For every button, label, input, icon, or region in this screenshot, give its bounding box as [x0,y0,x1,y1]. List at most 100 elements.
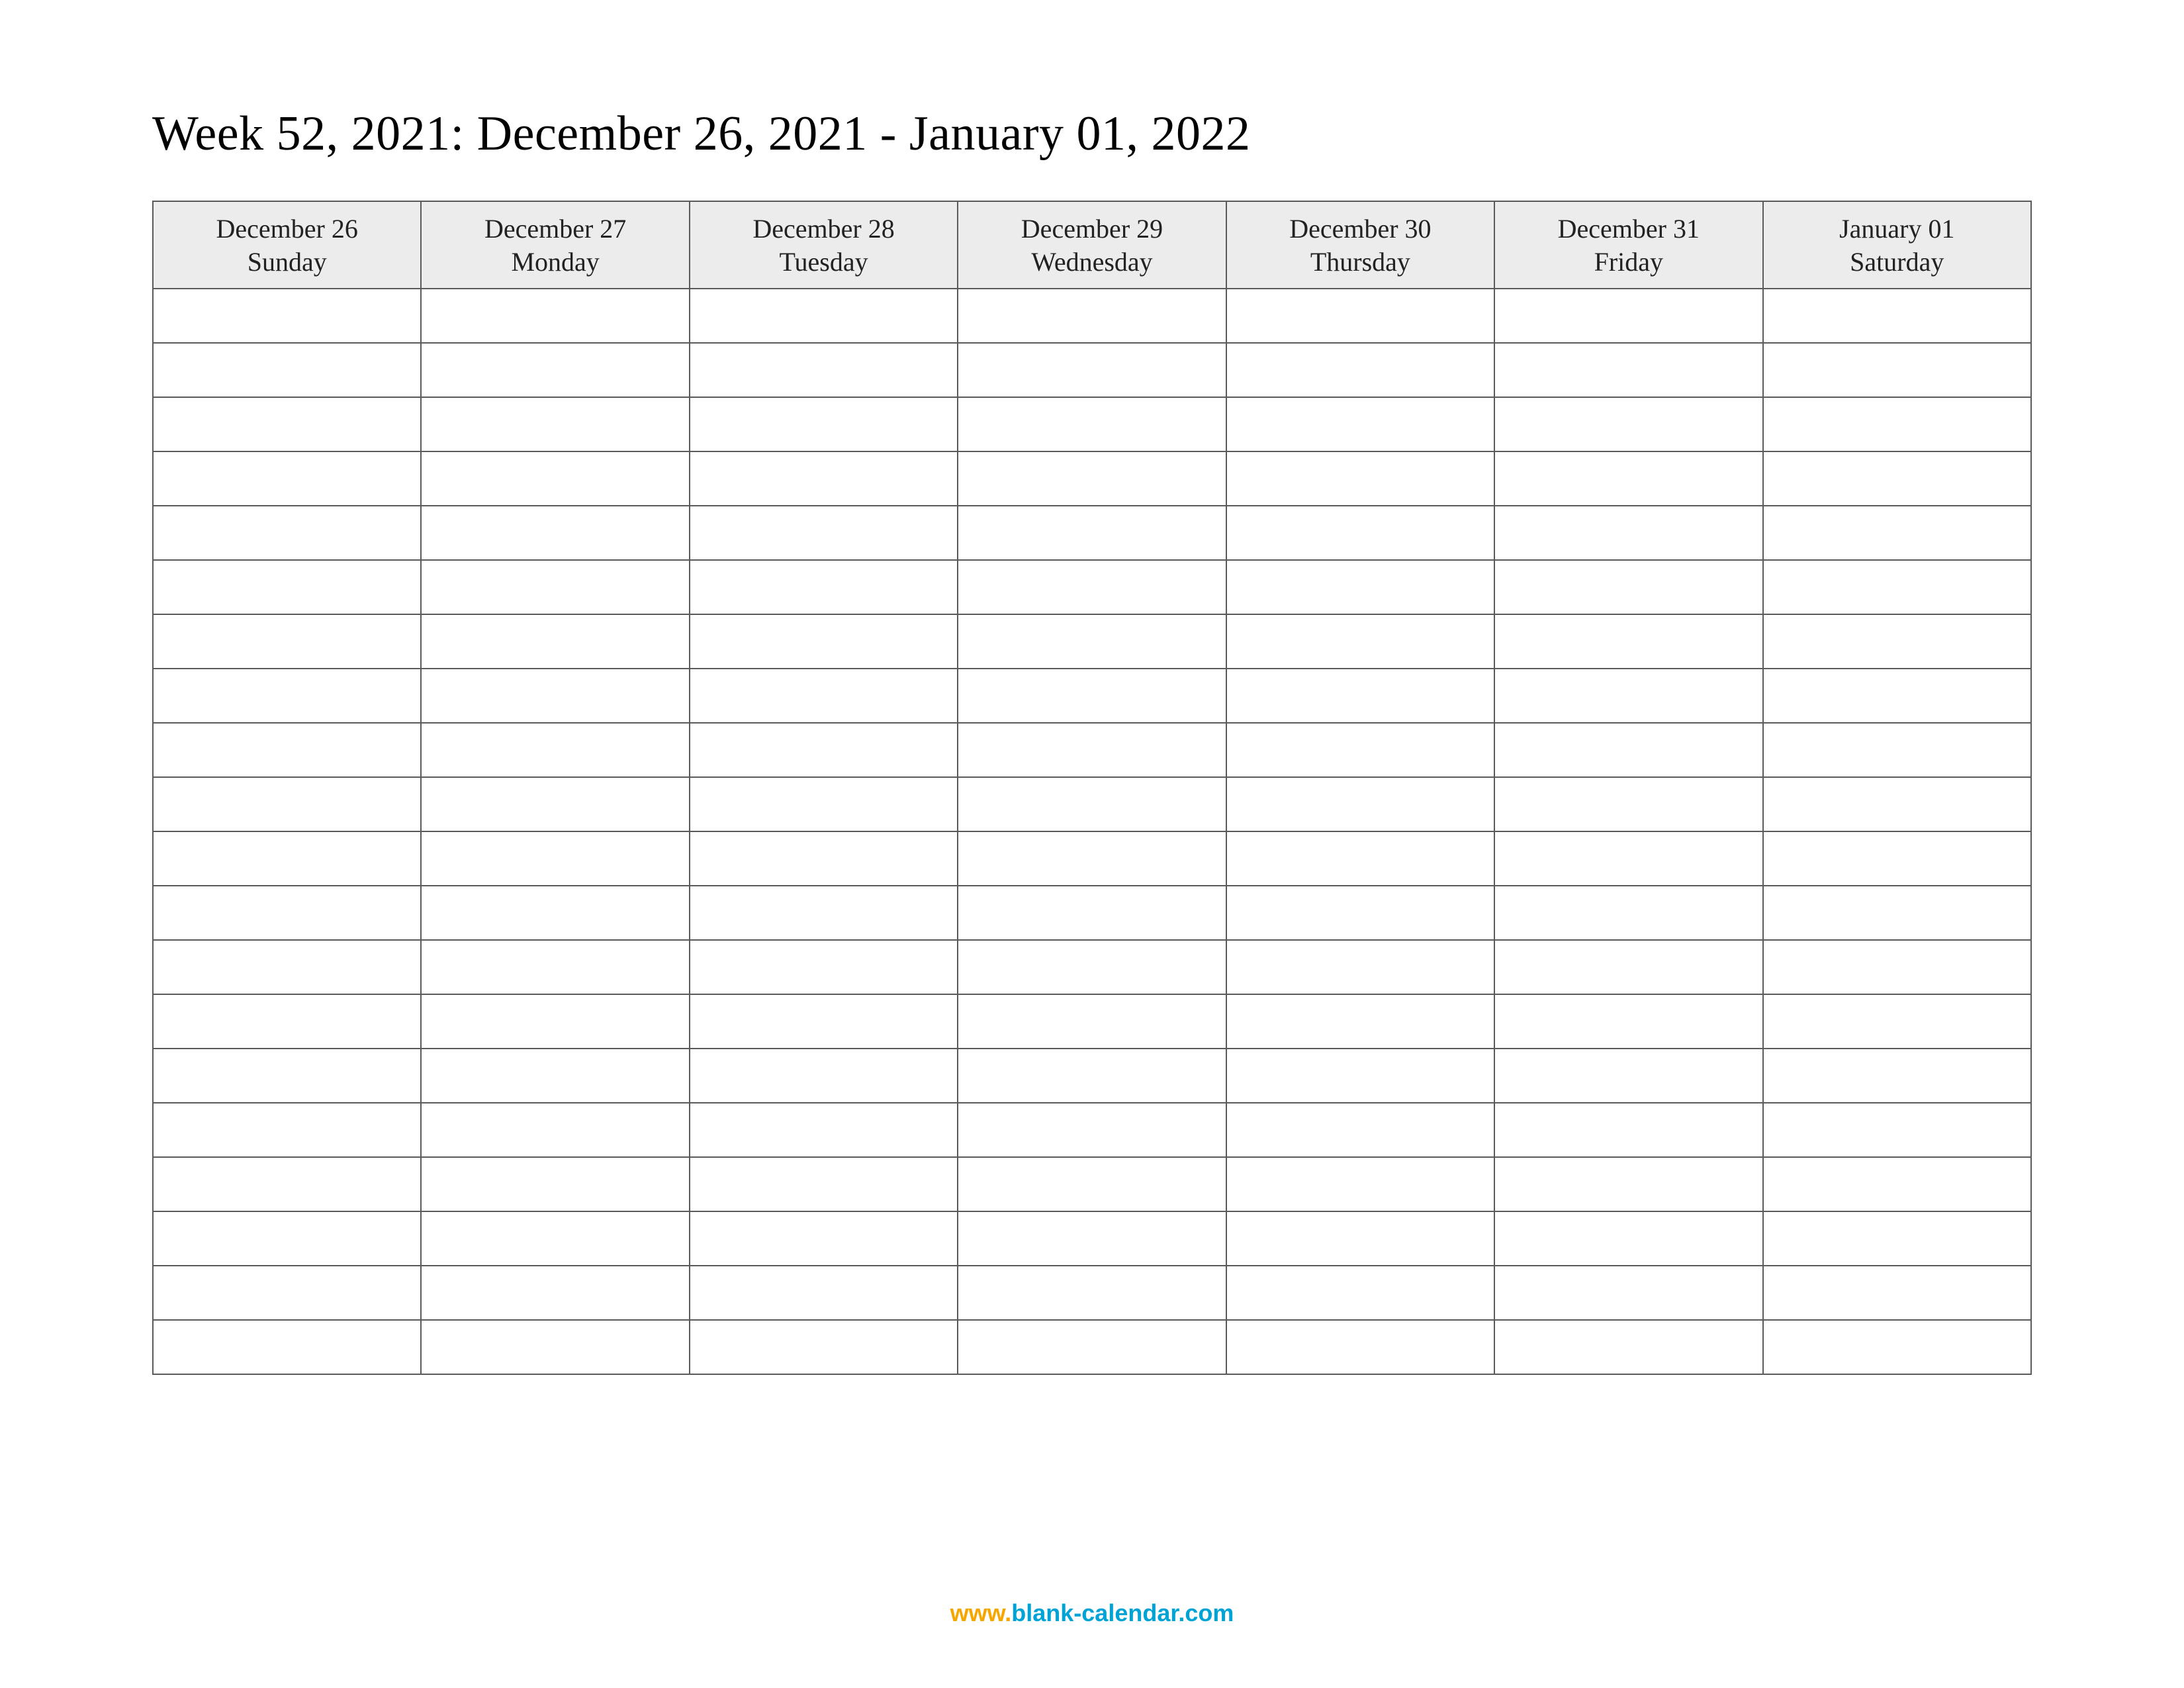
calendar-cell [958,560,1226,614]
calendar-row [153,343,2031,397]
calendar-cell [421,289,689,343]
calendar-cell [1494,560,1762,614]
calendar-cell [1226,831,1494,886]
calendar-cell [421,614,689,669]
calendar-cell [1226,451,1494,506]
calendar-cell [1226,506,1494,560]
calendar-cell [153,289,421,343]
calendar-cell [153,1049,421,1103]
calendar-cell [1226,940,1494,994]
calendar-row [153,451,2031,506]
calendar-cell [1494,723,1762,777]
calendar-cell [421,397,689,451]
day-header-dow: Sunday [154,246,420,279]
calendar-cell [1763,1266,2031,1320]
calendar-cell [1763,1049,2031,1103]
calendar-row [153,1266,2031,1320]
calendar-cell [690,560,958,614]
calendar-cell [1226,1049,1494,1103]
calendar-cell [153,886,421,940]
calendar-cell [1494,343,1762,397]
calendar-cell [421,669,689,723]
calendar-row [153,777,2031,831]
calendar-cell [1494,886,1762,940]
calendar-cell [1226,723,1494,777]
calendar-cell [1494,289,1762,343]
calendar-cell [1226,1320,1494,1374]
calendar-row [153,506,2031,560]
footer-domain: blank-calendar.com [1011,1599,1234,1626]
calendar-cell [153,1103,421,1157]
calendar-row [153,831,2031,886]
calendar-cell [958,1157,1226,1211]
calendar-cell [1494,669,1762,723]
calendar-cell [1763,1103,2031,1157]
calendar-cell [421,940,689,994]
calendar-cell [421,994,689,1049]
calendar-cell [1494,1103,1762,1157]
calendar-cell [1226,343,1494,397]
calendar-cell [153,343,421,397]
calendar-cell [421,1157,689,1211]
calendar-cell [958,343,1226,397]
day-header-dow: Thursday [1227,246,1494,279]
calendar-cell [1763,1157,2031,1211]
calendar-cell [690,289,958,343]
calendar-cell [958,1211,1226,1266]
calendar-cell [153,506,421,560]
calendar-row [153,940,2031,994]
calendar-cell [1226,560,1494,614]
calendar-cell [1494,831,1762,886]
calendar-row [153,560,2031,614]
calendar-cell [958,940,1226,994]
calendar-cell [1226,886,1494,940]
calendar-cell [690,831,958,886]
calendar-row [153,723,2031,777]
calendar-cell [690,1211,958,1266]
footer-link: www.blank-calendar.com [0,1599,2184,1627]
calendar-row [153,886,2031,940]
day-header-date: December 29 [958,212,1225,246]
calendar-cell [153,1157,421,1211]
calendar-cell [1226,1103,1494,1157]
calendar-cell [1494,994,1762,1049]
calendar-cell [421,1266,689,1320]
calendar-cell [421,1103,689,1157]
calendar-cell [1494,940,1762,994]
calendar-cell [1494,1320,1762,1374]
calendar-row [153,1049,2031,1103]
calendar-cell [690,669,958,723]
calendar-cell [1494,397,1762,451]
day-header-date: December 28 [690,212,957,246]
day-header-date: December 27 [422,212,688,246]
calendar-cell [1763,506,2031,560]
calendar-cell [958,994,1226,1049]
calendar-cell [153,397,421,451]
day-header-friday: December 31 Friday [1494,201,1762,289]
calendar-row [153,669,2031,723]
calendar-cell [153,831,421,886]
calendar-cell [690,343,958,397]
calendar-cell [958,451,1226,506]
calendar-cell [1763,1211,2031,1266]
day-header-tuesday: December 28 Tuesday [690,201,958,289]
calendar-cell [1494,506,1762,560]
calendar-row [153,1211,2031,1266]
calendar-cell [1763,723,2031,777]
calendar-cell [690,1320,958,1374]
calendar-cell [690,1103,958,1157]
day-header-dow: Monday [422,246,688,279]
calendar-cell [958,723,1226,777]
calendar-cell [1763,289,2031,343]
calendar-cell [421,560,689,614]
day-header-dow: Saturday [1764,246,2030,279]
calendar-cell [1763,397,2031,451]
calendar-cell [421,831,689,886]
calendar-cell [690,397,958,451]
footer-prefix: www. [950,1599,1012,1626]
calendar-cell [690,451,958,506]
calendar-cell [690,886,958,940]
calendar-cell [690,723,958,777]
calendar-cell [958,886,1226,940]
calendar-cell [958,506,1226,560]
